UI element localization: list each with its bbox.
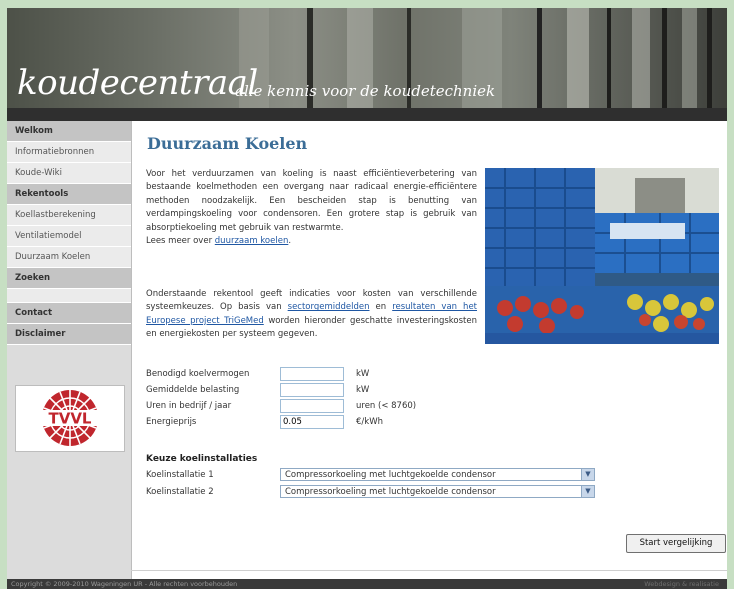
- site-footer: Copyright © 2009-2010 Wageningen UR - Al…: [7, 579, 727, 589]
- tvvl-logo[interactable]: TVVL: [15, 385, 125, 452]
- belasting-input[interactable]: [280, 383, 344, 397]
- footer-credit-link[interactable]: Webdesign & realisatie: [644, 579, 719, 589]
- field-label: Gemiddelde belasting: [146, 385, 240, 395]
- site-header: koudecentraal alle kennis voor de koudet…: [7, 8, 727, 108]
- svg-text:TVVL: TVVL: [48, 410, 91, 428]
- tool-text-b: en: [369, 302, 393, 313]
- form-row-koelinstallatie-2: Koelinstallatie 2 Compressorkoeling met …: [146, 485, 606, 500]
- tool-paragraph: Onderstaande rekentool geeft indicaties …: [146, 288, 477, 342]
- apple-crates-photo: [485, 168, 719, 344]
- site-logo[interactable]: koudecentraal: [17, 63, 258, 103]
- intro-paragraph: Voor het verduurzamen van koeling is naa…: [146, 168, 477, 248]
- field-label: Koelinstallatie 2: [146, 487, 214, 497]
- sectorgemiddelden-link[interactable]: sectorgemiddelden: [288, 302, 370, 312]
- start-vergelijking-button[interactable]: Start vergelijking: [626, 534, 726, 553]
- select-value: Compressorkoeling met luchtgekoelde cond…: [285, 487, 496, 497]
- uren-input[interactable]: [280, 399, 344, 413]
- form-row-koelvermogen: Benodigd koelvermogen kW: [146, 367, 476, 382]
- sidebar-item-zoeken[interactable]: Zoeken: [7, 268, 131, 289]
- sidebar-item-contact[interactable]: Contact: [7, 303, 131, 324]
- intro-text: Voor het verduurzamen van koeling is naa…: [146, 169, 477, 233]
- sidebar-item-welkom[interactable]: Welkom: [7, 121, 131, 142]
- unit-label: uren (< 8760): [356, 401, 417, 411]
- unit-label: €/kWh: [356, 417, 383, 427]
- sidebar-item-disclaimer[interactable]: Disclaimer: [7, 324, 131, 345]
- field-label: Koelinstallatie 1: [146, 470, 214, 480]
- sidebar-item-rekentools[interactable]: Rekentools: [7, 184, 131, 205]
- content-divider: [131, 570, 727, 571]
- koelvermogen-input[interactable]: [280, 367, 344, 381]
- sidebar-item-ventilatiemodel[interactable]: Ventilatiemodel: [7, 226, 131, 247]
- duurzaam-koelen-link[interactable]: duurzaam koelen: [215, 236, 289, 246]
- form-row-belasting: Gemiddelde belasting kW: [146, 383, 476, 398]
- unit-label: kW: [356, 369, 370, 379]
- page-title: Duurzaam Koelen: [147, 134, 308, 153]
- field-label: Benodigd koelvermogen: [146, 369, 250, 379]
- unit-label: kW: [356, 385, 370, 395]
- main-content: Duurzaam Koelen Voor het verduurzamen va…: [139, 121, 727, 579]
- koelinstallatie-1-select[interactable]: Compressorkoeling met luchtgekoelde cond…: [280, 468, 595, 481]
- sidebar-spacer: [7, 289, 131, 303]
- sidebar-item-informatiebronnen[interactable]: Informatiebronnen: [7, 142, 131, 163]
- read-more-prefix: Lees meer over: [146, 236, 215, 247]
- form-row-energieprijs: Energieprijs €/kWh: [146, 415, 476, 430]
- energieprijs-input[interactable]: [280, 415, 344, 429]
- field-label: Uren in bedrijf / jaar: [146, 401, 232, 411]
- read-more-suffix: .: [288, 236, 292, 247]
- form-row-koelinstallatie-1: Koelinstallatie 1 Compressorkoeling met …: [146, 468, 606, 483]
- header-bar: [7, 108, 727, 121]
- sidebar-item-koellastberekening[interactable]: Koellastberekening: [7, 205, 131, 226]
- chevron-down-icon[interactable]: ▼: [581, 486, 594, 497]
- chevron-down-icon[interactable]: ▼: [581, 469, 594, 480]
- form-row-uren: Uren in bedrijf / jaar uren (< 8760): [146, 399, 476, 414]
- sidebar-item-koude-wiki[interactable]: Koude-Wiki: [7, 163, 131, 184]
- sidebar: Welkom Informatiebronnen Koude-Wiki Reke…: [7, 121, 132, 579]
- copyright-text: Copyright © 2009-2010 Wageningen UR - Al…: [11, 580, 238, 588]
- page: koudecentraal alle kennis voor de koudet…: [7, 8, 727, 589]
- sidebar-item-duurzaam-koelen[interactable]: Duurzaam Koelen: [7, 247, 131, 268]
- keuze-heading: Keuze koelinstallaties: [146, 454, 258, 464]
- koelinstallatie-2-select[interactable]: Compressorkoeling met luchtgekoelde cond…: [280, 485, 595, 498]
- field-label: Energieprijs: [146, 417, 197, 427]
- site-tagline: alle kennis voor de koudetechniek: [235, 82, 496, 100]
- select-value: Compressorkoeling met luchtgekoelde cond…: [285, 470, 496, 480]
